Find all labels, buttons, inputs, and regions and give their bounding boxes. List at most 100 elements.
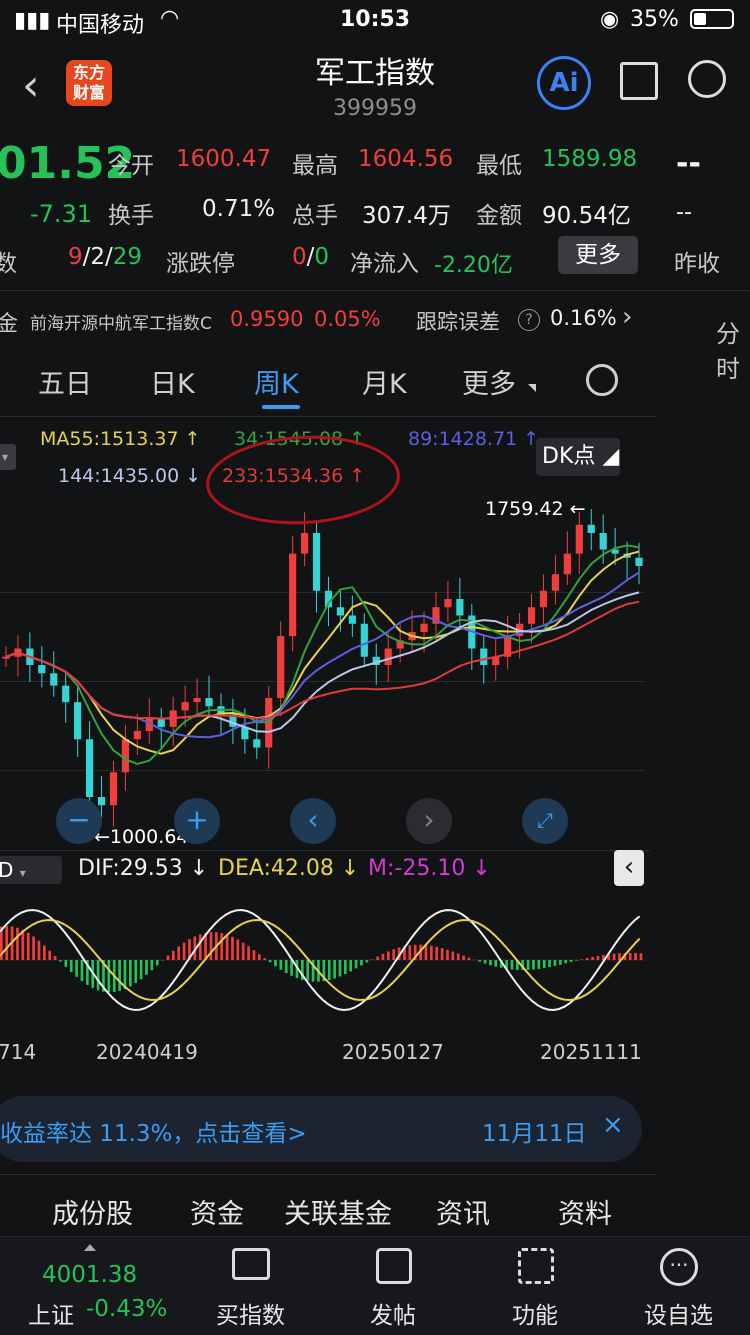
divider [0, 850, 650, 851]
zoom-in-button[interactable]: + [174, 798, 220, 844]
lock-rotation-icon: ◉ [600, 7, 619, 32]
wifi-icon: ◠ [160, 6, 179, 31]
ma55-line [6, 552, 639, 754]
limit-label: 涨跌停 [166, 244, 235, 278]
netflow-value: -2.20亿 [434, 247, 513, 279]
tab-news[interactable]: 资讯 [436, 1192, 490, 1231]
tab-funds-flow[interactable]: 资金 [190, 1192, 244, 1231]
post-label[interactable]: 发帖 [370, 1296, 416, 1330]
macd-bar [360, 960, 363, 965]
tab-day-k[interactable]: 日K [150, 362, 195, 401]
low-label: 最低 [476, 146, 522, 180]
tab-month-k[interactable]: 月K [362, 362, 407, 401]
price-change: -7.31 [30, 200, 92, 228]
ai-button[interactable]: Ai [537, 56, 591, 110]
macd-bar [425, 945, 428, 960]
macd-bar [5, 926, 8, 960]
tab-more[interactable]: 更多 [462, 362, 516, 401]
x-tick: 20240419 [96, 1040, 198, 1064]
ma55-label: MA55:1513.37 ↑ [40, 428, 201, 450]
side-tab-intraday[interactable]: 分时 [716, 314, 750, 384]
candle-body [361, 624, 368, 657]
macd-bar [468, 958, 471, 960]
more-button[interactable]: 更多 [558, 236, 638, 274]
candle-body [600, 533, 607, 550]
amount-value: 90.54亿 [542, 196, 631, 230]
macd-bar [538, 960, 541, 969]
candle-body [158, 719, 165, 727]
macd-bar [231, 937, 234, 960]
candle-body [74, 702, 81, 739]
add-watchlist-label[interactable]: 设自选 [644, 1296, 713, 1330]
fund-row[interactable]: 金 前海开源中航军工指数C 0.9590 0.05% 跟踪误差 ? 0.16% … [0, 296, 650, 342]
macd-bar [527, 960, 530, 970]
scroll-left-button[interactable]: ‹ [290, 798, 336, 844]
tab-five-day[interactable]: 五日 [38, 362, 92, 401]
right-dash-top: -- [676, 146, 701, 181]
kline-chart[interactable] [0, 490, 650, 850]
candle-body [576, 525, 583, 554]
ma34-line [6, 545, 639, 764]
tab-week-k[interactable]: 周K [254, 362, 299, 401]
candle-body [110, 772, 117, 805]
macd-bar [581, 959, 584, 960]
macd-bar [226, 935, 229, 960]
macd-bar [489, 960, 492, 965]
macd-bar [532, 960, 535, 970]
caret-up-icon [84, 1244, 96, 1251]
amount-label: 金额 [476, 196, 522, 230]
scroll-right-button[interactable]: › [406, 798, 452, 844]
ma233-line [6, 602, 639, 719]
tab-related-funds[interactable]: 关联基金 [284, 1192, 392, 1231]
trend-chart-icon[interactable] [232, 1248, 270, 1280]
macd-bar [306, 960, 309, 981]
macd-bar [640, 953, 643, 960]
close-icon[interactable]: × [602, 1110, 624, 1140]
open-label: 今开 [108, 146, 154, 180]
promo-banner[interactable]: 收益率达 11.3%，点击查看> 11月11日 × [0, 1096, 642, 1162]
function-label[interactable]: 功能 [512, 1296, 558, 1330]
grid-icon[interactable] [518, 1248, 554, 1284]
left-label: 数 [0, 244, 17, 278]
macd-bar [452, 952, 455, 960]
macd-bar [591, 957, 594, 960]
x-tick: 714 [0, 1040, 36, 1064]
status-bar: ▮▮▮ 中国移动 ◠ 10:53 ◉ 35% [0, 0, 750, 42]
indicator-dropdown[interactable]: ▾ [0, 444, 16, 470]
candle-body [540, 591, 547, 608]
macd-bar [554, 960, 557, 966]
macd-bar [344, 960, 347, 974]
settings-gear-icon[interactable] [586, 364, 618, 396]
tab-profile[interactable]: 资料 [558, 1192, 612, 1231]
sh-index-value[interactable]: 4001.38 [42, 1262, 137, 1288]
dk-point-button[interactable]: DK点 ◢ [536, 438, 620, 476]
tab-constituents[interactable]: 成份股 [52, 1192, 133, 1231]
fullscreen-button[interactable]: ⤢ [522, 798, 568, 844]
zoom-out-button[interactable]: − [56, 798, 102, 844]
help-icon[interactable]: ? [518, 309, 540, 331]
candle-body [289, 554, 296, 637]
macd-bar [269, 960, 272, 962]
edit-icon[interactable] [376, 1248, 412, 1284]
limit-values: 0/0 [292, 244, 329, 270]
x-tick: 20250127 [342, 1040, 444, 1064]
ma89-label: 89:1428.71 ↑ [408, 428, 539, 450]
macd-chart [0, 888, 650, 1030]
fund-prefix: 金 [0, 306, 18, 338]
active-tab-indicator [262, 405, 300, 409]
macd-selector[interactable]: D ▾ [0, 856, 62, 884]
buy-index-label[interactable]: 买指数 [216, 1296, 285, 1330]
macd-bar [484, 960, 487, 964]
collapse-button[interactable]: ‹ [614, 850, 644, 886]
divider [0, 1174, 656, 1175]
macd-bar [118, 960, 121, 991]
share-icon[interactable] [620, 62, 658, 100]
macd-bar [38, 941, 41, 960]
search-icon[interactable] [688, 60, 726, 98]
more-dots-icon[interactable]: ··· [660, 1248, 698, 1286]
macd-bar [376, 957, 379, 960]
macd-bar [145, 960, 148, 975]
macd-bar [167, 956, 170, 960]
sh-index-name: 上证 [28, 1296, 74, 1330]
macd-bar [629, 953, 632, 960]
